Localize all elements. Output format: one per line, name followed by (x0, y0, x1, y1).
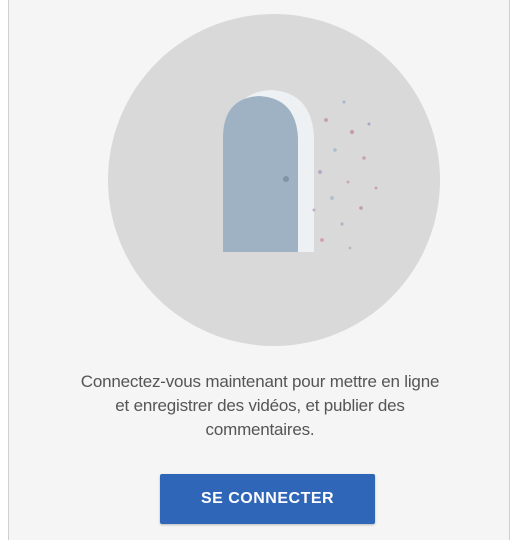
signin-message-line-3: commentaires. (205, 420, 315, 439)
signin-message: Connectez-vous maintenant pour mettre en… (9, 370, 509, 442)
signin-message-line-1: Connectez-vous maintenant pour mettre en… (80, 372, 440, 391)
signin-message-line-2: et enregistrer des vidéos, et publier de… (115, 396, 405, 415)
signin-illustration (108, 14, 440, 346)
door-icon (223, 90, 314, 252)
signin-prompt-panel: Connectez-vous maintenant pour mettre en… (8, 0, 510, 540)
signin-button[interactable]: SE CONNECTER (160, 474, 375, 524)
